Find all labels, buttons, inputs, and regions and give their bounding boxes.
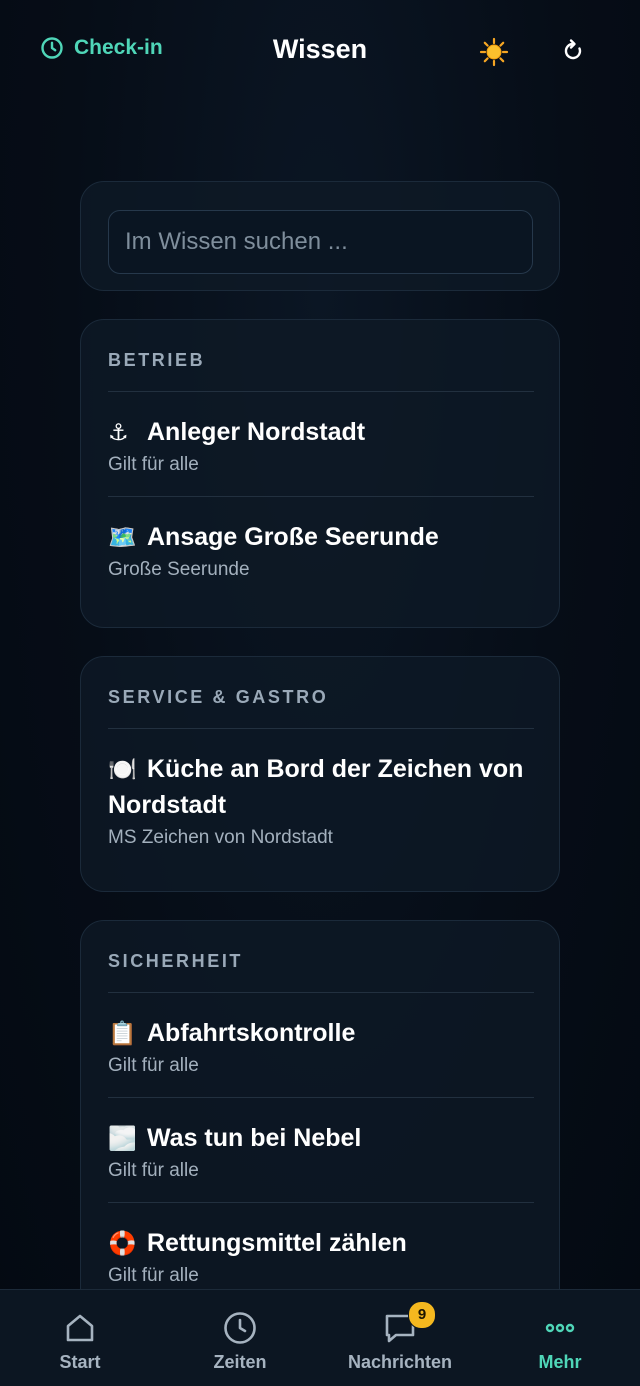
knowledge-item-kueche-an-bord[interactable]: 🍽️ Küche an Bord der Zeichen von Nordstad… [108, 751, 534, 851]
item-title: ⚓ Anleger Nordstadt [108, 414, 534, 450]
section-card-service-gastro: SERVICE & GASTRO 🍽️ Küche an Bord der Zei… [80, 656, 560, 892]
knowledge-item-rettungsmittel-zaehlen[interactable]: 🛟 Rettungsmittel zählen Gilt für alle [108, 1225, 534, 1289]
item-subtitle: Große Seerunde [108, 559, 250, 580]
sun-icon [479, 37, 509, 67]
item-title: 📋 Abfahrtskontrolle [108, 1015, 534, 1051]
divider [108, 992, 534, 993]
more-dots-icon [545, 1323, 575, 1333]
knowledge-item-abfahrtskontrolle[interactable]: 📋 Abfahrtskontrolle Gilt für alle [108, 1015, 534, 1079]
knowledge-screen: Check-in Wissen Im Wissen suchen ... BET… [0, 0, 640, 1386]
knowledge-item-ansage-grosse-seerunde[interactable]: 🗺️ Ansage Große Seerunde Große Seerunde [108, 519, 534, 583]
nav-label: Start [59, 1352, 101, 1372]
item-title: 🌫️ Was tun bei Nebel [108, 1120, 534, 1156]
item-title: 🍽️ Küche an Bord der Zeichen von Nordstad… [108, 751, 534, 823]
item-subtitle: Gilt für alle [108, 1055, 199, 1076]
nav-item-mehr[interactable]: Mehr [480, 1290, 640, 1386]
divider [108, 1097, 534, 1098]
divider [108, 728, 534, 729]
item-title: 🛟 Rettungsmittel zählen [108, 1225, 534, 1261]
map-icon: 🗺️ [108, 524, 137, 550]
section-title: SICHERHEIT [108, 951, 244, 971]
lifebuoy-icon: 🛟 [108, 1230, 137, 1256]
divider [108, 1202, 534, 1203]
clock-icon [224, 1312, 256, 1344]
unread-badge: 9 [408, 1301, 436, 1329]
section-title: SERVICE & GASTRO [108, 687, 329, 707]
nav-label: Mehr [538, 1352, 582, 1372]
refresh-button[interactable] [560, 38, 586, 64]
bottom-nav: Start Zeiten 9 Nachrichten Mehr [0, 1289, 640, 1386]
nav-item-zeiten[interactable]: Zeiten [160, 1290, 320, 1386]
refresh-icon [564, 39, 582, 60]
nav-item-nachrichten[interactable]: 9 Nachrichten [320, 1290, 480, 1386]
plate-cutlery-icon: 🍽️ [108, 756, 137, 782]
section-card-betrieb: BETRIEB ⚓ Anleger Nordstadt Gilt für alle… [80, 319, 560, 628]
nav-label: Nachrichten [347, 1352, 453, 1372]
search-input[interactable] [108, 210, 533, 274]
knowledge-item-was-tun-bei-nebel[interactable]: 🌫️ Was tun bei Nebel Gilt für alle [108, 1120, 534, 1184]
anchor-icon: ⚓ [108, 419, 129, 445]
item-subtitle: MS Zeichen von Nordstadt [108, 827, 333, 848]
section-title: BETRIEB [108, 350, 206, 370]
item-subtitle: Gilt für alle [108, 1265, 199, 1286]
knowledge-item-anleger-nordstadt[interactable]: ⚓ Anleger Nordstadt Gilt für alle [108, 414, 534, 478]
search-card [80, 181, 560, 291]
clipboard-icon: 📋 [108, 1020, 137, 1046]
item-subtitle: Gilt für alle [108, 454, 199, 475]
section-card-sicherheit: SICHERHEIT 📋 Abfahrtskontrolle Gilt für a… [80, 920, 560, 1340]
nav-item-start[interactable]: Start [0, 1290, 160, 1386]
nav-label: Zeiten [213, 1352, 267, 1372]
page-title: Wissen [272, 34, 368, 64]
home-icon [66, 1314, 94, 1342]
divider [108, 496, 534, 497]
theme-toggle-button[interactable] [478, 36, 510, 68]
item-subtitle: Gilt für alle [108, 1160, 199, 1181]
top-header: Check-in Wissen [0, 0, 640, 104]
divider [108, 391, 534, 392]
item-title: 🗺️ Ansage Große Seerunde [108, 519, 534, 555]
fog-icon: 🌫️ [108, 1125, 137, 1151]
